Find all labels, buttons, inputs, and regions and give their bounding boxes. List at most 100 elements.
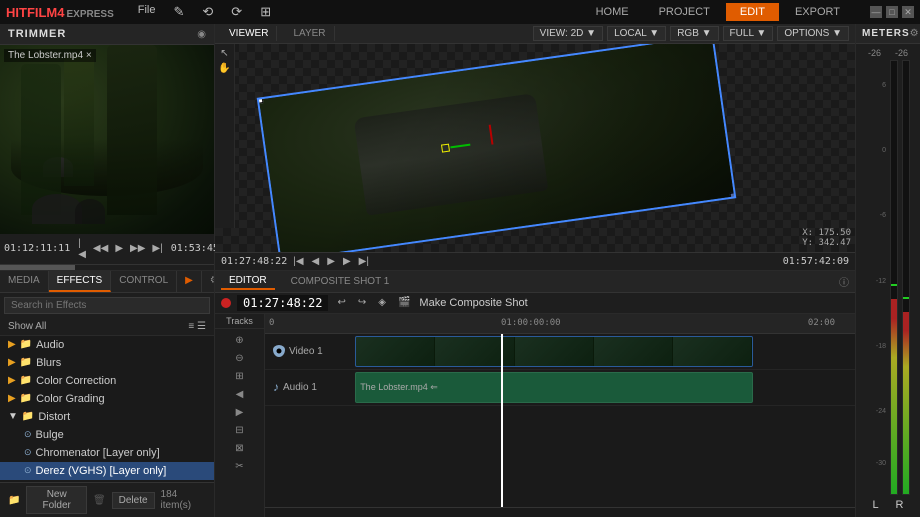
zoom-out-btn[interactable]: ⊖ xyxy=(233,351,245,366)
effects-settings-icon[interactable]: ⚙ xyxy=(202,271,214,292)
viewer-play[interactable]: ▶ xyxy=(325,255,337,268)
maximize-button[interactable]: □ xyxy=(886,6,898,18)
rgb-dropdown[interactable]: RGB ▼ xyxy=(670,26,718,41)
menu-undo[interactable]: ⟲ xyxy=(194,2,221,22)
category-distort[interactable]: ▼ 📁 Distort xyxy=(0,408,214,426)
folder-distort-icon: 📁 xyxy=(22,411,34,422)
step-forward-btn[interactable]: ▶▶ xyxy=(128,242,147,255)
right-panel: METERS ⚙ -26 -26 6 0 -6 -12 -18 -24 -30 xyxy=(855,24,920,517)
thumb-1 xyxy=(356,337,435,366)
nav-export[interactable]: EXPORT xyxy=(781,3,854,21)
tab-effects[interactable]: EFFECTS xyxy=(49,271,112,292)
arrow-right-btn[interactable]: ▶ xyxy=(234,405,246,420)
folder-blurs-icon: 📁 xyxy=(20,357,32,368)
effects-tab-row: MEDIA EFFECTS CONTROL ▶ ⚙ xyxy=(0,271,214,293)
trimmer-timecode: 01:12:11:11 xyxy=(4,243,70,254)
trimmer-scrubber[interactable] xyxy=(0,264,214,270)
zoom-in-btn[interactable]: ⊕ xyxy=(233,333,245,348)
new-folder-button[interactable]: New Folder xyxy=(26,486,86,514)
tab-editor[interactable]: EDITOR xyxy=(221,273,275,290)
window-controls: — □ ✕ xyxy=(870,6,914,18)
category-audio[interactable]: ▶ 📁 Audio xyxy=(0,336,214,354)
audio-clip[interactable]: The Lobster.mp4 ⇐ xyxy=(355,372,753,403)
nav-project[interactable]: PROJECT xyxy=(645,3,724,21)
select-tool[interactable]: ↖ xyxy=(220,48,228,59)
minimize-button[interactable]: — xyxy=(870,6,882,18)
close-button[interactable]: ✕ xyxy=(902,6,914,18)
fit-btn[interactable]: ⊞ xyxy=(233,369,245,384)
trimmer-expand-icon[interactable]: ◉ xyxy=(197,29,206,40)
category-cg-label: Color Grading xyxy=(36,393,104,405)
play-to-end-btn[interactable]: ▶| xyxy=(150,242,164,255)
category-color-grading[interactable]: ▶ 📁 Color Grading xyxy=(0,390,214,408)
effect-icon-bulge: ⊙ xyxy=(24,429,32,440)
viewer-play-start[interactable]: |◀ xyxy=(291,255,305,268)
tab-more[interactable]: ▶ xyxy=(177,271,202,292)
trimmer-video: The Lobster.mp4 × xyxy=(0,45,214,234)
meters-settings-icon[interactable]: ⚙ xyxy=(910,28,919,39)
play-to-start-btn[interactable]: |◀ xyxy=(76,237,88,261)
viewer-step-back[interactable]: ◀ xyxy=(310,255,322,268)
effects-search-input[interactable] xyxy=(4,297,210,314)
menu-grid[interactable]: ⊞ xyxy=(252,2,279,22)
category-color-correction[interactable]: ▶ 📁 Color Correction xyxy=(0,372,214,390)
menu-edit-icon[interactable]: ✎ xyxy=(165,2,192,22)
menu-file[interactable]: File xyxy=(130,2,164,22)
thumb-4 xyxy=(594,337,673,366)
play-btn[interactable]: ▶ xyxy=(113,242,125,255)
menu-redo[interactable]: ⟳ xyxy=(223,2,250,22)
nav-edit[interactable]: EDIT xyxy=(726,3,779,21)
toolbar-loop[interactable]: ↩ xyxy=(334,296,348,309)
tab-composite-shot[interactable]: COMPOSITE SHOT 1 xyxy=(283,274,398,289)
nav-home[interactable]: HOME xyxy=(582,3,643,21)
delete-button[interactable]: Delete xyxy=(112,492,155,509)
effect-bulge[interactable]: ⊙ Bulge xyxy=(0,426,214,444)
clip-thumbnails xyxy=(356,337,752,366)
snap-btn[interactable]: ⊟ xyxy=(233,423,245,438)
folder-icon-distort: ▼ xyxy=(8,411,18,422)
step-back-btn[interactable]: ◀◀ xyxy=(91,242,110,255)
meter-bar-left xyxy=(890,60,898,495)
record-button[interactable] xyxy=(221,298,231,308)
magnet-btn[interactable]: ⊠ xyxy=(233,441,245,456)
tab-viewer[interactable]: VIEWER xyxy=(221,26,277,41)
scale-minus30: -30 xyxy=(876,460,886,467)
timeline-scrollbar[interactable] xyxy=(265,507,855,517)
toolbar-play-in[interactable]: ↪ xyxy=(355,296,369,309)
razor-btn[interactable]: ✂ xyxy=(233,459,245,474)
effect-derez[interactable]: ⊙ Derez (VGHS) [Layer only] xyxy=(0,462,214,480)
y-coord: Y: 342.47 xyxy=(802,238,851,248)
effects-list: ▶ 📁 Audio ▶ 📁 Blurs ▶ 📁 Color Correction… xyxy=(0,336,214,483)
view-2d-dropdown[interactable]: VIEW: 2D ▼ xyxy=(533,26,603,41)
viewer-play-end[interactable]: ▶| xyxy=(357,255,371,268)
video-clip[interactable]: The Lobster.mp4 ⇐ xyxy=(355,336,753,367)
editor-info-icon[interactable]: ⓘ xyxy=(839,274,849,289)
audio-speaker-icon[interactable]: ♪ xyxy=(273,380,279,394)
hand-tool[interactable]: ✋ xyxy=(218,63,230,74)
tab-control[interactable]: CONTROL xyxy=(111,271,177,292)
category-blurs[interactable]: ▶ 📁 Blurs xyxy=(0,354,214,372)
options-dropdown[interactable]: OPTIONS ▼ xyxy=(777,26,849,41)
local-dropdown[interactable]: LOCAL ▼ xyxy=(607,26,666,41)
full-dropdown[interactable]: FULL ▼ xyxy=(723,26,774,41)
tab-media[interactable]: MEDIA xyxy=(0,271,49,292)
ruler-mid: 01:00:00:00 xyxy=(501,318,561,328)
meters-bars: 6 0 -6 -12 -18 -24 -30 xyxy=(860,60,916,495)
editor-header: EDITOR COMPOSITE SHOT 1 ⓘ xyxy=(215,271,855,293)
timeline-tracks: Video 1 xyxy=(265,334,855,508)
playhead[interactable] xyxy=(501,334,503,508)
composite-label[interactable]: Make Composite Shot xyxy=(419,297,527,309)
trimmer-file-label: The Lobster.mp4 × xyxy=(4,49,96,62)
category-blurs-label: Blurs xyxy=(36,357,61,369)
effects-section: MEDIA EFFECTS CONTROL ▶ ⚙ Show All ≡ ☰ ▶… xyxy=(0,271,214,517)
effect-chromenator[interactable]: ⊙ Chromenator [Layer only] xyxy=(0,444,214,462)
toolbar-add-marker[interactable]: ◈ xyxy=(375,296,389,309)
video-visibility-icon[interactable] xyxy=(273,345,285,357)
viewer-step-fwd[interactable]: ▶ xyxy=(341,255,353,268)
show-all-label[interactable]: Show All xyxy=(8,321,46,332)
arrow-left-btn[interactable]: ◀ xyxy=(234,387,246,402)
x-coord: X: 175.50 xyxy=(802,228,851,238)
video-track-content: The Lobster.mp4 ⇐ xyxy=(345,334,855,369)
effect-bulge-label: Bulge xyxy=(36,429,64,441)
tab-layer[interactable]: LAYER xyxy=(285,26,334,41)
